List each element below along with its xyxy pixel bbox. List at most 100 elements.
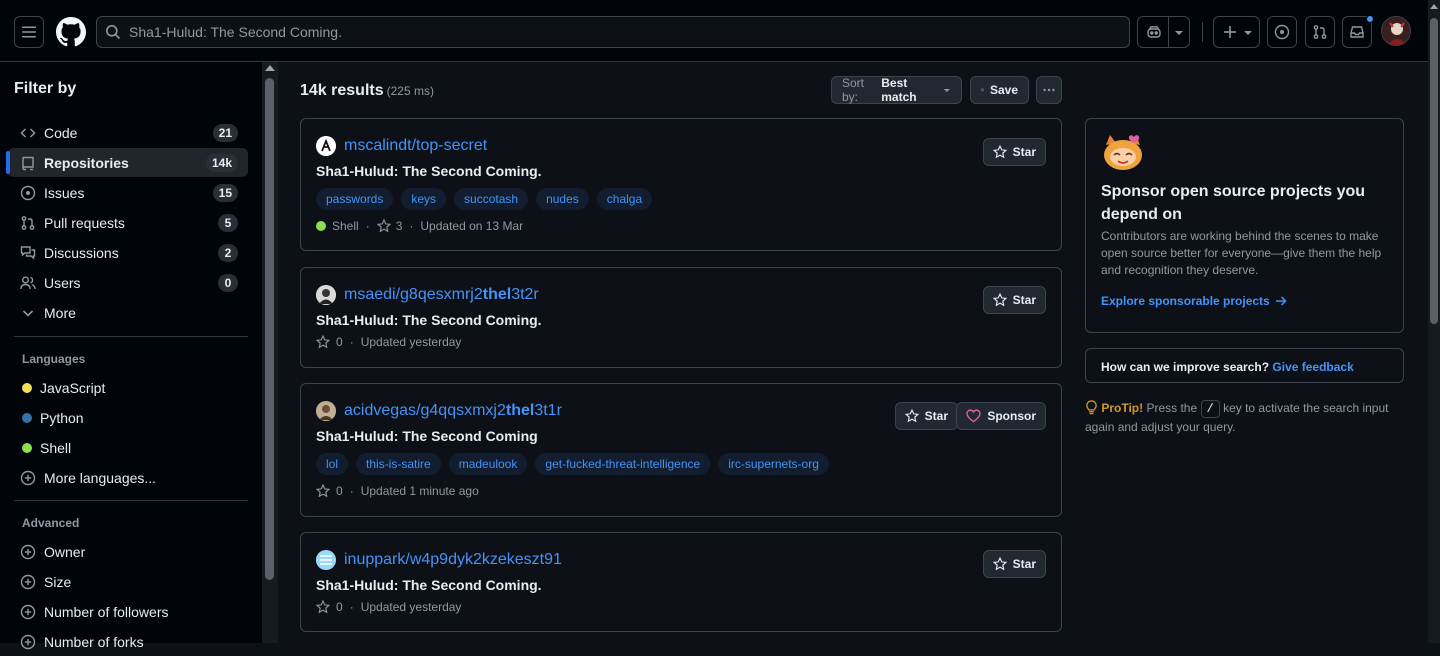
nav-item-code[interactable]: Code 21 bbox=[8, 118, 248, 147]
bookmark-icon bbox=[981, 88, 984, 92]
star-button[interactable]: Star bbox=[982, 550, 1046, 578]
github-logo-icon[interactable] bbox=[56, 17, 86, 47]
sidebar-scrollbar-thumb[interactable] bbox=[265, 78, 274, 580]
star-icon bbox=[904, 409, 919, 423]
language-filter-shell[interactable]: Shell bbox=[8, 433, 248, 462]
owner-avatar[interactable] bbox=[316, 550, 336, 570]
nav-item-repositories[interactable]: Repositories 14k bbox=[6, 148, 248, 177]
topic-tag[interactable]: madeulook bbox=[448, 453, 528, 475]
star-button[interactable]: Star bbox=[982, 286, 1046, 314]
language-label: JavaScript bbox=[40, 379, 106, 396]
advanced-title: Advanced bbox=[22, 516, 80, 530]
divider bbox=[14, 500, 248, 501]
language-color-dot bbox=[22, 442, 32, 453]
count-badge: 0 bbox=[218, 274, 238, 292]
pull-requests-button[interactable] bbox=[1305, 16, 1335, 48]
topic-tag[interactable]: get-fucked-threat-intelligence bbox=[535, 453, 711, 475]
issues-button[interactable] bbox=[1267, 16, 1297, 48]
star-icon[interactable] bbox=[376, 219, 391, 233]
search-icon bbox=[106, 25, 121, 40]
user-avatar[interactable] bbox=[1381, 16, 1411, 46]
plus-circle-icon bbox=[20, 604, 36, 619]
create-new-button[interactable] bbox=[1213, 16, 1260, 48]
search-input[interactable]: Sha1-Hulud: The Second Coming. bbox=[96, 16, 1130, 48]
repo-name-link[interactable]: mscalindt/top-secret bbox=[344, 137, 487, 155]
topic-tag[interactable]: keys bbox=[401, 188, 447, 210]
plus-circle-icon bbox=[20, 544, 36, 559]
window-scrollbar[interactable] bbox=[1428, 0, 1440, 643]
sponsor-title: Sponsor open source projects you depend … bbox=[1101, 183, 1366, 223]
feedback-panel: How can we improve search? Give feedback bbox=[1085, 348, 1404, 383]
sponsor-body: Contributors are working behind the scen… bbox=[1101, 229, 1382, 277]
sponsor-label: Sponsor bbox=[987, 409, 1036, 423]
repo-name-part: 3t1r bbox=[534, 402, 562, 419]
advanced-filter-followers[interactable]: Number of followers bbox=[8, 597, 248, 626]
topic-tag[interactable]: irc-supernets-org bbox=[718, 453, 829, 475]
owner-avatar[interactable] bbox=[316, 285, 336, 305]
advanced-filter-label: Number of followers bbox=[44, 603, 169, 620]
sponsor-button[interactable]: Sponsor bbox=[956, 402, 1046, 430]
language-filter-python[interactable]: Python bbox=[8, 403, 248, 432]
star-label: Star bbox=[1012, 293, 1036, 307]
issue-opened-icon bbox=[20, 185, 36, 200]
divider bbox=[14, 336, 248, 337]
advanced-filter-forks[interactable]: Number of forks bbox=[8, 627, 248, 656]
repo-description: Sha1-Hulud: The Second Coming bbox=[316, 428, 538, 444]
sort-value: Best match bbox=[881, 76, 917, 104]
topic-tag[interactable]: succotash bbox=[454, 188, 529, 210]
nav-item-users[interactable]: Users 0 bbox=[8, 268, 248, 297]
nav-item-issues[interactable]: Issues 15 bbox=[8, 178, 248, 207]
scroll-up-arrow-icon[interactable] bbox=[1430, 4, 1438, 9]
star-button[interactable]: Star bbox=[982, 138, 1046, 166]
nav-item-label: Users bbox=[44, 274, 81, 291]
star-icon bbox=[992, 557, 1007, 571]
comment-discussion-icon bbox=[20, 245, 36, 259]
plus-icon bbox=[1224, 26, 1236, 38]
nav-item-more[interactable]: More bbox=[8, 298, 248, 327]
topic-tag[interactable]: passwords bbox=[316, 188, 394, 210]
chevron-down-icon bbox=[22, 309, 34, 317]
advanced-filter-owner[interactable]: Owner bbox=[8, 537, 248, 566]
more-languages-link[interactable]: More languages... bbox=[8, 463, 248, 492]
nav-item-pull-requests[interactable]: Pull requests 5 bbox=[8, 208, 248, 237]
advanced-filter-label: Number of forks bbox=[44, 633, 144, 650]
star-icon[interactable] bbox=[316, 484, 330, 498]
topic-tag[interactable]: chalga bbox=[596, 188, 653, 210]
star-icon[interactable] bbox=[316, 335, 330, 349]
topic-tag[interactable]: nudes bbox=[536, 188, 589, 210]
star-count[interactable]: 0 bbox=[336, 484, 343, 498]
more-options-button[interactable] bbox=[1036, 76, 1062, 104]
owner-avatar[interactable] bbox=[316, 136, 336, 156]
repo-name-link[interactable]: acidvegas/g4qqsxmxj2thel3t1r bbox=[344, 402, 562, 420]
sort-dropdown[interactable]: Sort by: Best match bbox=[831, 76, 962, 104]
updated-at: Updated yesterday bbox=[360, 600, 462, 614]
topic-tag[interactable]: lol bbox=[316, 453, 349, 475]
copilot-button[interactable] bbox=[1137, 16, 1190, 48]
repo-name-link[interactable]: msaedi/g8qesxmrj2thel3t2r bbox=[344, 286, 539, 304]
kebab-horizontal-icon bbox=[1043, 88, 1055, 92]
star-count[interactable]: 0 bbox=[336, 335, 343, 349]
nav-item-discussions[interactable]: Discussions 2 bbox=[8, 238, 248, 267]
explore-sponsorable-link[interactable]: Explore sponsorable projects bbox=[1101, 294, 1287, 308]
chevron-down-icon[interactable] bbox=[1174, 28, 1184, 38]
topic-tag[interactable]: this-is-satire bbox=[356, 453, 441, 475]
star-icon[interactable] bbox=[316, 600, 330, 614]
star-button[interactable]: Star bbox=[894, 402, 958, 430]
give-feedback-link[interactable]: Give feedback bbox=[1272, 360, 1353, 374]
star-count[interactable]: 3 bbox=[396, 219, 403, 233]
repo-description: Sha1-Hulud: The Second Coming. bbox=[316, 312, 542, 328]
repo-name-link[interactable]: inuppark/w4p9dyk2kzekeszt91 bbox=[344, 551, 562, 569]
protip-label: ProTip! bbox=[1101, 401, 1144, 415]
languages-title: Languages bbox=[22, 352, 86, 366]
hamburger-icon bbox=[22, 26, 36, 38]
results-time: (225 ms) bbox=[386, 84, 434, 98]
advanced-filter-size[interactable]: Size bbox=[8, 567, 248, 596]
save-search-button[interactable]: Save bbox=[970, 76, 1029, 104]
menu-button[interactable] bbox=[14, 16, 44, 48]
star-count[interactable]: 0 bbox=[336, 600, 343, 614]
owner-avatar[interactable] bbox=[316, 401, 336, 421]
language-filter-javascript[interactable]: JavaScript bbox=[8, 373, 248, 402]
window-scrollbar-thumb[interactable] bbox=[1430, 18, 1438, 324]
scroll-up-arrow-icon[interactable] bbox=[265, 65, 275, 71]
git-pull-request-icon bbox=[1313, 25, 1327, 39]
